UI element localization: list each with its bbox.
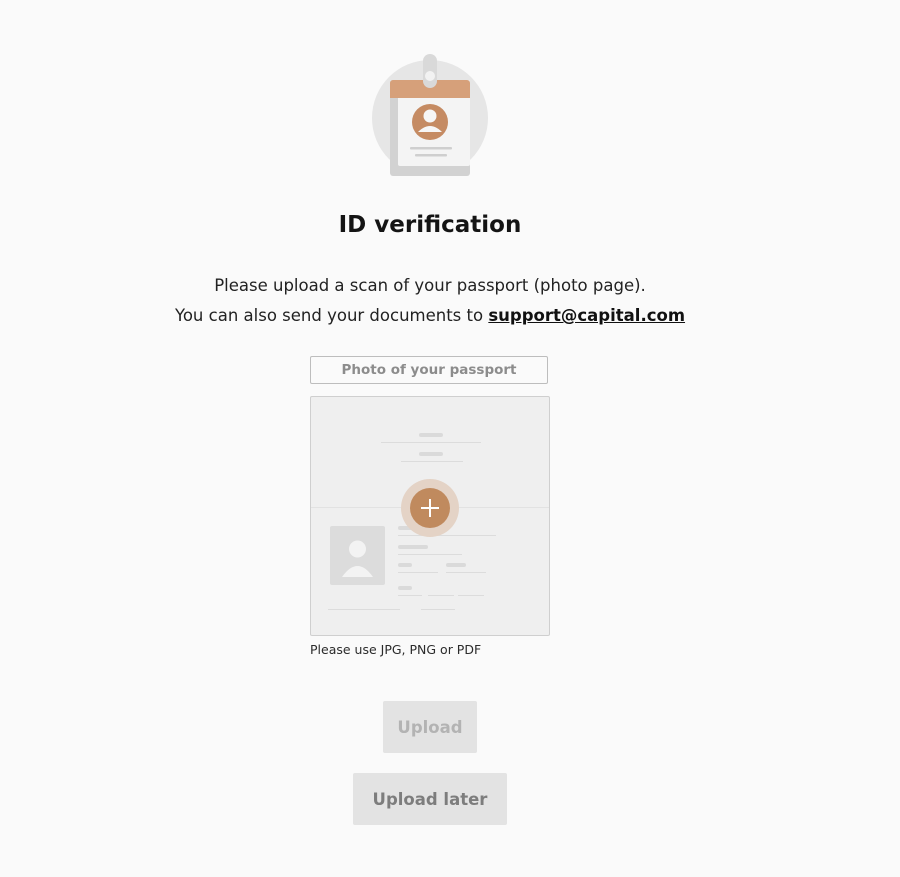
id-badge-icon (372, 52, 488, 176)
upload-later-button[interactable]: Upload later (353, 773, 507, 825)
passport-dropzone[interactable] (310, 396, 550, 636)
page-title: ID verification (338, 212, 522, 238)
document-type-label: Photo of your passport (310, 356, 548, 384)
support-email-link[interactable]: support@capital.com (488, 306, 685, 325)
passport-placeholder-icon (311, 433, 549, 610)
email-instructions: You can also send your documents to supp… (0, 306, 860, 325)
file-format-hint: Please use JPG, PNG or PDF (310, 642, 482, 657)
id-verification-page: ID verification Please upload a scan of … (0, 0, 900, 877)
instructions-text: Please upload a scan of your passport (p… (214, 276, 646, 295)
upload-button[interactable]: Upload (383, 701, 477, 753)
email-instructions-prefix: You can also send your documents to (174, 306, 484, 325)
